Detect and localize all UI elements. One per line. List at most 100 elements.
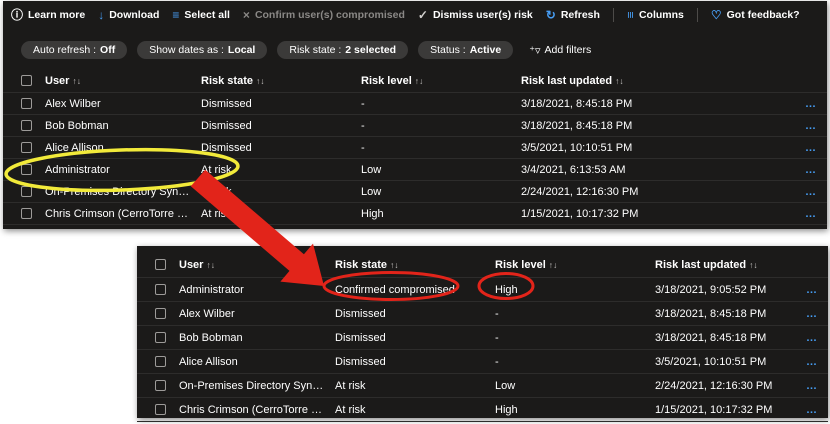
refresh-button[interactable]: ↻ Refresh: [546, 9, 600, 21]
row-more-button[interactable]: …: [791, 208, 817, 220]
column-header-label: Risk last updated: [521, 74, 613, 87]
row-checkbox[interactable]: [21, 164, 32, 175]
row-more-button[interactable]: …: [791, 186, 817, 198]
sort-icon: ↑↓: [255, 75, 265, 86]
refresh-icon: ↻: [545, 8, 556, 22]
refresh-label: Refresh: [560, 9, 600, 21]
table-row-administrator[interactable]: Administrator At risk Low 3/4/2021, 6:13…: [3, 159, 827, 181]
user-cell: Chris Crimson (CerroTorre Software): [179, 403, 335, 416]
risky-users-table-after: User ↑↓ Risk state ↑↓ Risk level ↑↓ Risk la…: [137, 252, 828, 422]
select-all-checkbox[interactable]: [21, 75, 32, 86]
got-feedback-button[interactable]: ♡ Got feedback?: [711, 9, 800, 21]
risk-last-updated-cell: 3/18/2021, 8:45:18 PM: [521, 119, 633, 132]
sort-icon: ↑↓: [206, 259, 215, 270]
table-row[interactable]: On-Premises Directory Synchronizati... A…: [3, 181, 827, 203]
risk-last-updated-cell: 3/4/2021, 6:13:53 AM: [521, 163, 626, 176]
risk-last-updated-cell: 2/24/2021, 12:16:30 PM: [521, 185, 639, 198]
add-filters-label: Add filters: [544, 44, 592, 56]
filter-value: Off: [100, 44, 116, 56]
user-cell: Alex Wilber: [45, 97, 101, 110]
row-checkbox[interactable]: [155, 284, 166, 295]
risk-level-cell: High: [495, 283, 518, 296]
filter-label: Auto refresh :: [33, 44, 97, 56]
table-row[interactable]: Bob Bobman Dismissed - 3/18/2021, 8:45:1…: [3, 115, 827, 137]
table-row[interactable]: Alice Allison Dismissed - 3/5/2021, 10:1…: [137, 350, 828, 374]
table-row[interactable]: Alice Allison Dismissed - 3/5/2021, 10:1…: [3, 137, 827, 159]
column-header-label: Risk state: [335, 258, 387, 271]
table-row[interactable]: Bob Bobman Dismissed - 3/18/2021, 8:45:1…: [137, 326, 828, 350]
row-more-button[interactable]: …: [792, 356, 818, 368]
select-all-button[interactable]: ≡ Select all: [172, 9, 230, 21]
row-more-button[interactable]: …: [791, 120, 817, 132]
risk-last-updated-cell: 3/5/2021, 10:10:51 PM: [655, 355, 767, 368]
row-more-button[interactable]: …: [791, 164, 817, 176]
learn-more-button[interactable]: ⓘ Learn more: [11, 9, 85, 21]
row-more-button[interactable]: …: [792, 404, 818, 416]
row-more-button[interactable]: …: [792, 284, 818, 296]
row-more-button[interactable]: …: [792, 332, 818, 344]
table-row[interactable]: On-Premises Directory Synchronizati... A…: [137, 374, 828, 398]
table-row[interactable]: Chris Crimson (CerroTorre Software) At r…: [137, 398, 828, 422]
row-checkbox[interactable]: [155, 308, 166, 319]
filter-pill-status[interactable]: Status : Active: [418, 41, 514, 59]
columns-button[interactable]: ≡ Columns: [623, 9, 683, 21]
filter-value: Local: [227, 44, 256, 56]
risk-level-cell: High: [361, 207, 384, 220]
user-cell: Bob Bobman: [45, 119, 109, 132]
filter-pill-show-dates[interactable]: Show dates as : Local: [137, 41, 268, 59]
filter-label: Show dates as :: [149, 44, 224, 56]
row-checkbox[interactable]: [155, 332, 166, 343]
row-checkbox[interactable]: [21, 208, 32, 219]
risk-level-cell: High: [495, 403, 518, 416]
column-header-risk-state[interactable]: Risk state ↑↓: [201, 75, 361, 87]
risk-state-cell: At risk: [335, 379, 366, 392]
got-feedback-label: Got feedback?: [726, 9, 800, 21]
user-cell: Administrator: [179, 283, 244, 296]
risky-users-panel-before: ⓘ Learn more ↓ Download ≡ Select all × C…: [3, 1, 827, 229]
column-header-risk-level[interactable]: Risk level ↑↓: [361, 75, 521, 87]
learn-more-label: Learn more: [28, 9, 86, 21]
filter-value: Active: [469, 44, 502, 56]
row-more-button[interactable]: …: [792, 380, 818, 392]
add-filters-button[interactable]: ⁺▿ Add filters: [529, 44, 591, 57]
table-row[interactable]: Alex Wilber Dismissed - 3/18/2021, 8:45:…: [3, 93, 827, 115]
filter-pill-risk-state[interactable]: Risk state : 2 selected: [277, 41, 409, 59]
close-icon: ×: [242, 8, 250, 22]
column-header-label: User: [179, 258, 204, 271]
row-more-button[interactable]: …: [792, 308, 818, 320]
row-checkbox[interactable]: [21, 120, 32, 131]
download-label: Download: [109, 9, 160, 21]
table-row[interactable]: Alex Wilber Dismissed - 3/18/2021, 8:45:…: [137, 302, 828, 326]
row-checkbox[interactable]: [21, 142, 32, 153]
table-row-administrator[interactable]: Administrator Confirmed compromised High…: [137, 278, 828, 302]
sort-icon: ↑↓: [389, 259, 399, 270]
row-more-button[interactable]: …: [791, 142, 817, 154]
column-header-risk-last-updated[interactable]: Risk last updated ↑↓: [655, 259, 792, 271]
risk-last-updated-cell: 3/18/2021, 8:45:18 PM: [655, 331, 767, 344]
column-header-risk-level[interactable]: Risk level ↑↓: [495, 259, 655, 271]
filter-label: Status :: [430, 44, 466, 56]
column-header-risk-last-updated[interactable]: Risk last updated ↑↓: [521, 75, 791, 87]
row-checkbox[interactable]: [21, 186, 32, 197]
row-checkbox[interactable]: [155, 380, 166, 391]
risk-last-updated-cell: 3/18/2021, 8:45:18 PM: [521, 97, 633, 110]
risky-users-panel-after: User ↑↓ Risk state ↑↓ Risk level ↑↓ Risk la…: [137, 246, 828, 422]
row-checkbox[interactable]: [155, 404, 166, 415]
risk-level-cell: -: [495, 331, 499, 344]
user-cell: Administrator: [45, 163, 110, 176]
table-row[interactable]: Chris Crimson (CerroTorre Software) At r…: [3, 203, 827, 225]
select-all-checkbox[interactable]: [155, 259, 166, 270]
download-button[interactable]: ↓ Download: [98, 9, 159, 21]
sort-icon: ↑↓: [615, 75, 624, 86]
filter-pill-auto-refresh[interactable]: Auto refresh : Off: [21, 41, 128, 59]
column-header-risk-state[interactable]: Risk state ↑↓: [335, 259, 495, 271]
row-checkbox[interactable]: [21, 98, 32, 109]
risk-state-cell: Dismissed: [201, 119, 252, 132]
dismiss-risk-button[interactable]: ✓ Dismiss user(s) risk: [418, 9, 533, 21]
column-header-user[interactable]: User ↑↓: [45, 75, 201, 87]
user-cell: On-Premises Directory Synchronizati...: [179, 379, 335, 392]
filter-value: 2 selected: [345, 44, 397, 56]
column-header-user[interactable]: User ↑↓: [179, 259, 335, 271]
row-checkbox[interactable]: [155, 356, 166, 367]
row-more-button[interactable]: …: [791, 98, 817, 110]
